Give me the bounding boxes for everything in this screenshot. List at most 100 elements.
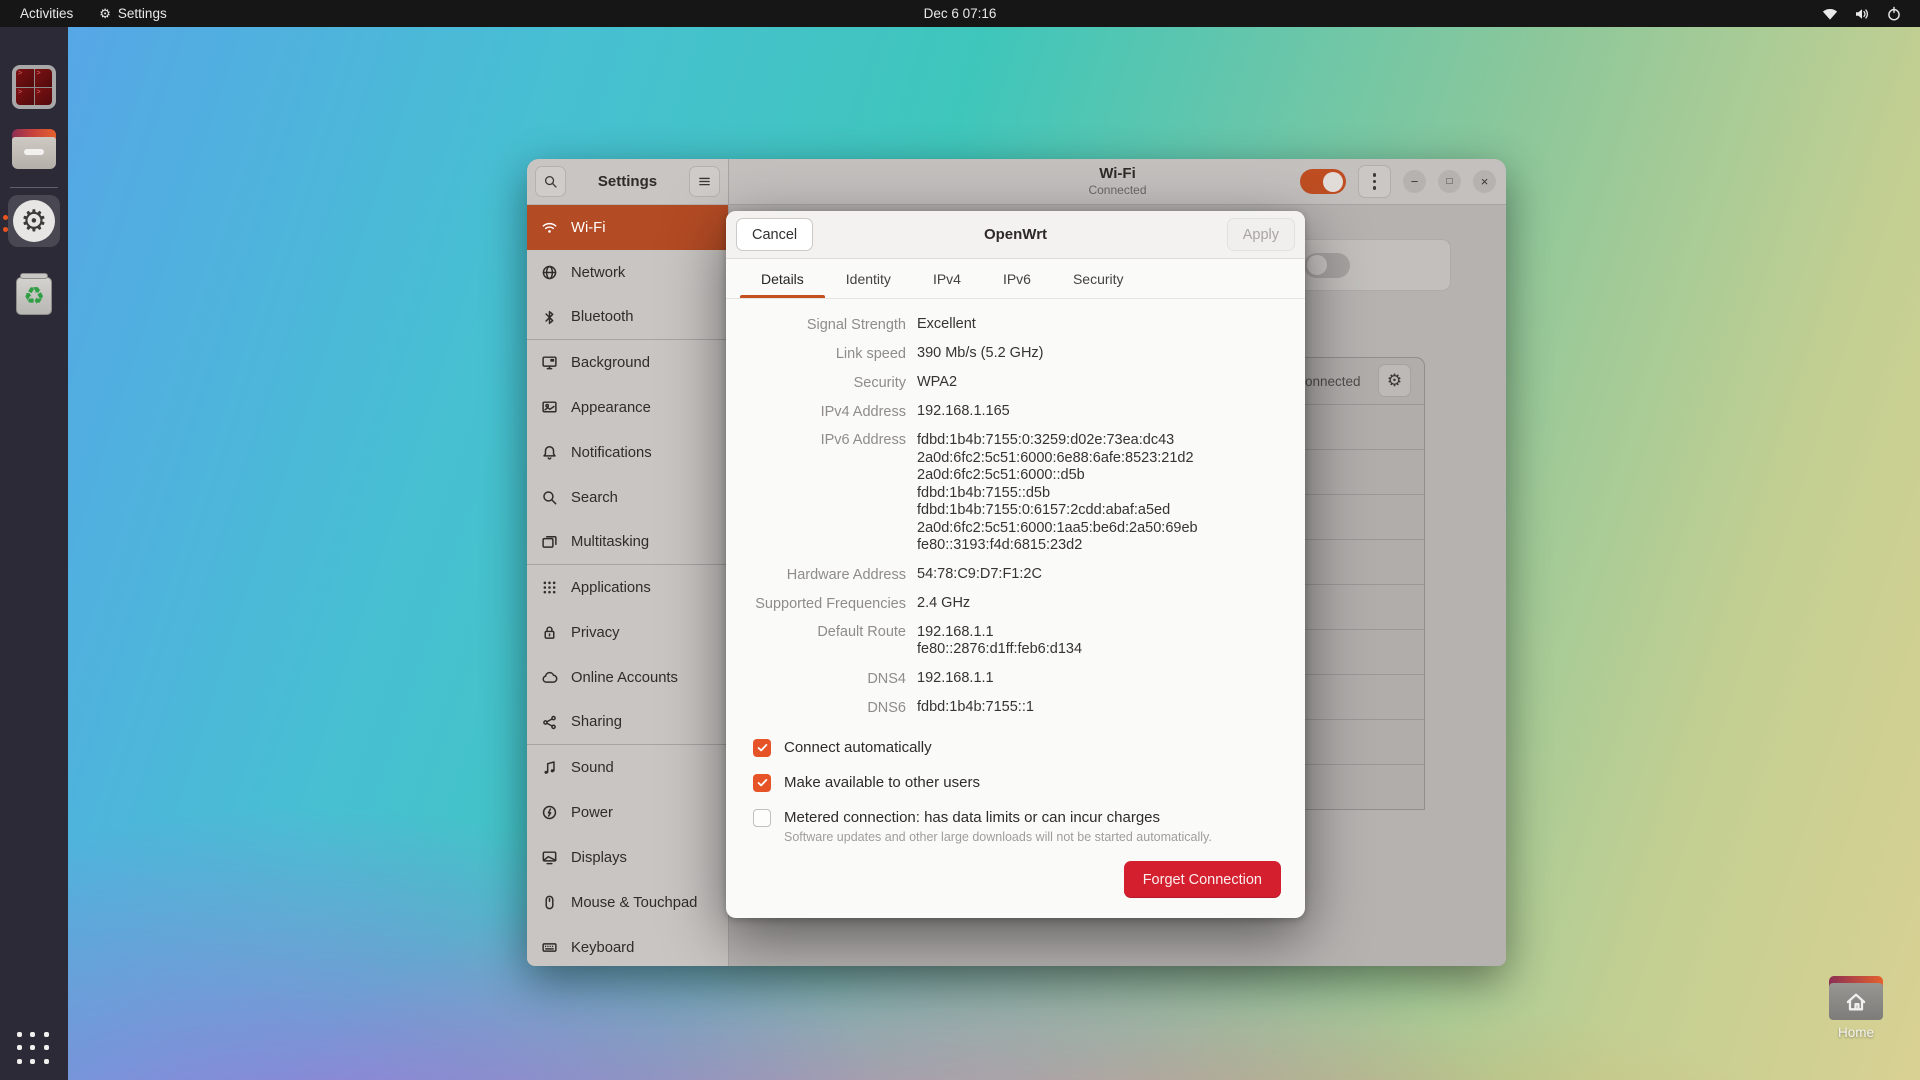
detail-row: IPv4 Address192.168.1.165 (726, 403, 1305, 421)
sidebar-list: Wi-Fi Network Bluetooth Background Appearanc… (527, 205, 729, 966)
forget-connection-button[interactable]: Forget Connection (1124, 861, 1281, 898)
tab-security[interactable]: Security (1052, 259, 1145, 298)
checkbox-sublabel: Software updates and other large downloa… (784, 830, 1281, 844)
more-options-button[interactable] (1358, 165, 1391, 198)
sidebar-item-displays[interactable]: Displays (527, 835, 728, 880)
running-indicator-dots (3, 215, 8, 232)
maximize-button[interactable]: □ (1438, 170, 1461, 193)
volume-icon (1854, 6, 1870, 22)
detail-value: fdbd:1b4b:7155:0:3259:d02e:73ea:dc432a0d… (917, 432, 1198, 555)
checkbox-row: Make available to other users (753, 773, 1281, 792)
tab-details[interactable]: Details (740, 259, 825, 298)
sidebar-item-wifi[interactable]: Wi-Fi (527, 205, 728, 250)
detail-row: SecurityWPA2 (726, 374, 1305, 392)
detail-label: Hardware Address (726, 566, 906, 584)
power-status-icon (1886, 6, 1902, 22)
tab-ipv6[interactable]: IPv6 (982, 259, 1052, 298)
power-icon (541, 804, 558, 821)
sidebar-item-label: Multitasking (571, 534, 649, 550)
multitasking-icon (541, 534, 558, 551)
sidebar-item-label: Displays (571, 850, 627, 866)
detail-label: Default Route (726, 624, 906, 659)
sidebar-item-sharing[interactable]: Sharing (527, 700, 728, 745)
sidebar-item-background[interactable]: Background (527, 340, 728, 385)
checkbox[interactable] (753, 809, 771, 827)
detail-value: 54:78:C9:D7:F1:2C (917, 566, 1042, 584)
clock[interactable]: Dec 6 07:16 (924, 6, 997, 21)
sidebar-item-label: Power (571, 805, 613, 821)
sidebar-item-label: Online Accounts (571, 670, 678, 686)
activities-button[interactable]: Activities (20, 6, 73, 21)
sidebar-item-label: Sound (571, 760, 614, 776)
sidebar-item-privacy[interactable]: Privacy (527, 610, 728, 655)
main-menu-button[interactable] (689, 166, 720, 197)
sidebar-item-notifications[interactable]: Notifications (527, 430, 728, 475)
wifi-icon (541, 219, 558, 236)
detail-value: 192.168.1.1fe80::2876:d1ff:feb6:d134 (917, 624, 1082, 659)
detail-row: Link speed390 Mb/s (5.2 GHz) (726, 345, 1305, 363)
system-status-area[interactable] (1822, 6, 1920, 22)
dock: ⚙ ♻ (0, 27, 68, 1080)
notifications-icon (541, 444, 558, 461)
apply-button[interactable]: Apply (1227, 218, 1295, 251)
sidebar-item-power[interactable]: Power (527, 790, 728, 835)
bluetooth-icon (541, 309, 558, 326)
tab-identity[interactable]: Identity (825, 259, 912, 298)
sidebar-item-multitasking[interactable]: Multitasking (527, 520, 728, 565)
show-applications-button[interactable] (17, 1032, 51, 1066)
detail-value: WPA2 (917, 374, 957, 392)
checkbox[interactable] (753, 774, 771, 792)
sidebar-item-label: Wi-Fi (571, 220, 606, 236)
detail-row: Signal StrengthExcellent (726, 316, 1305, 334)
sidebar-item-sound[interactable]: Sound (527, 745, 728, 790)
displays-icon (541, 849, 558, 866)
wifi-toggle[interactable] (1300, 169, 1346, 194)
dock-settings-icon[interactable]: ⚙ (12, 199, 56, 243)
dock-files-icon[interactable] (12, 127, 56, 171)
applications-icon (541, 579, 558, 596)
sidebar-item-label: Keyboard (571, 940, 634, 956)
checkbox-label: Metered connection: has data limits or c… (784, 808, 1160, 827)
sidebar-item-label: Search (571, 490, 618, 506)
detail-label: Link speed (726, 345, 906, 363)
sidebar-item-bluetooth[interactable]: Bluetooth (527, 295, 728, 340)
detail-value: Excellent (917, 316, 976, 334)
sidebar-item-mouse[interactable]: Mouse & Touchpad (527, 880, 728, 925)
sound-icon (541, 759, 558, 776)
home-folder-shortcut[interactable]: Home (1826, 976, 1886, 1040)
dock-trash-icon[interactable]: ♻ (12, 271, 56, 315)
network-settings-button[interactable]: ⚙ (1378, 364, 1411, 397)
dialog-tabs: DetailsIdentityIPv4IPv6Security (726, 259, 1305, 299)
airplane-mode-toggle[interactable] (1304, 253, 1350, 278)
detail-label: DNS6 (726, 699, 906, 717)
tab-ipv4[interactable]: IPv4 (912, 259, 982, 298)
network-icon (541, 264, 558, 281)
checkbox-row: Metered connection: has data limits or c… (753, 808, 1281, 827)
sidebar-item-online-accounts[interactable]: Online Accounts (527, 655, 728, 700)
sidebar-item-search[interactable]: Search (527, 475, 728, 520)
sidebar-item-label: Bluetooth (571, 309, 634, 325)
detail-row: IPv6 Addressfdbd:1b4b:7155:0:3259:d02e:7… (726, 432, 1305, 555)
sidebar-item-appearance[interactable]: Appearance (527, 385, 728, 430)
dock-terminal-icon[interactable] (12, 65, 56, 109)
sidebar-item-applications[interactable]: Applications (527, 565, 728, 610)
network-row-status: onnected (1305, 374, 1361, 389)
sidebar-item-label: Background (571, 355, 650, 371)
detail-row: Supported Frequencies2.4 GHz (726, 595, 1305, 613)
detail-value: fdbd:1b4b:7155::1 (917, 699, 1034, 717)
focused-app-menu[interactable]: ⚙ Settings (99, 6, 166, 21)
hamburger-menu-icon (697, 174, 712, 189)
search-button[interactable] (535, 166, 566, 197)
minimize-button[interactable]: − (1403, 170, 1426, 193)
close-button[interactable]: × (1473, 170, 1496, 193)
window-title: Settings (566, 173, 689, 190)
checkbox[interactable] (753, 739, 771, 757)
sidebar-item-keyboard[interactable]: Keyboard (527, 925, 728, 966)
detail-label: IPv6 Address (726, 432, 906, 555)
sidebar-item-label: Mouse & Touchpad (571, 895, 697, 911)
detail-value: 2.4 GHz (917, 595, 970, 613)
dock-separator (10, 187, 58, 188)
background-icon (541, 354, 558, 371)
detail-label: DNS4 (726, 670, 906, 688)
sidebar-item-network[interactable]: Network (527, 250, 728, 295)
